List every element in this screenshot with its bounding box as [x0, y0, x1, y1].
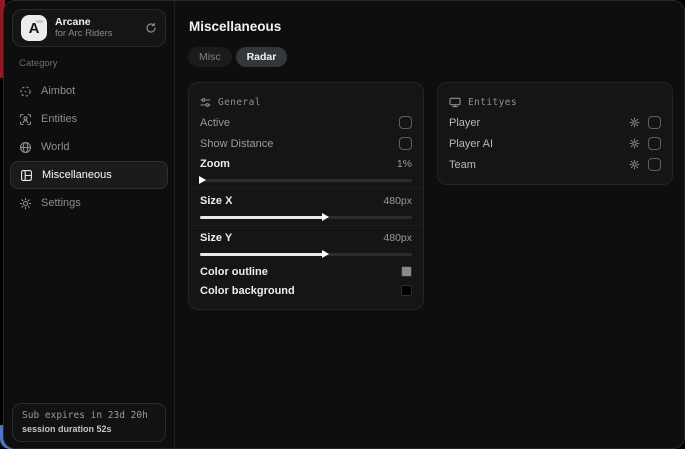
panel-general-title: General [218, 97, 261, 108]
zoom-label: Zoom [200, 158, 230, 170]
slider-fill [200, 216, 325, 219]
slider-fill [200, 253, 325, 256]
session-duration-text: session duration 52s [22, 424, 156, 434]
main-content: Miscellaneous Misc Radar General [175, 1, 685, 448]
size-x-label: Size X [200, 195, 232, 207]
tab-misc[interactable]: Misc [188, 47, 232, 67]
active-checkbox[interactable] [399, 116, 412, 129]
color-background-label: Color background [200, 285, 295, 297]
refresh-icon[interactable] [145, 22, 157, 34]
panel-entities-header: Entityes [449, 83, 661, 112]
sidebar-item-label: Settings [41, 197, 81, 209]
divider [189, 188, 423, 189]
team-label: Team [449, 159, 476, 171]
monitor-icon [449, 97, 461, 108]
player-checkbox[interactable] [648, 116, 661, 129]
sidebar-item-label: Entities [41, 113, 77, 125]
sliders-icon [200, 97, 211, 108]
row-player-ai: Player AI [449, 133, 661, 154]
row-color-background: Color background [200, 281, 412, 300]
sidebar-item-miscellaneous[interactable]: Miscellaneous [10, 161, 168, 189]
color-background-swatch[interactable] [401, 285, 412, 296]
panel-entities: Entityes Player P [437, 82, 673, 185]
tab-bar: Misc Radar [188, 47, 673, 67]
sidebar-item-label: Aimbot [41, 85, 75, 97]
category-label: Category [19, 58, 174, 69]
row-zoom: Zoom 1% [200, 154, 412, 174]
sidebar-item-settings[interactable]: Settings [4, 189, 174, 217]
sidebar: A Arcane for Arc Riders Category [4, 1, 175, 448]
slider-track [200, 179, 412, 182]
scan-person-icon [19, 113, 32, 126]
player-label: Player [449, 117, 480, 129]
zoom-slider[interactable] [200, 174, 412, 186]
size-x-value: 480px [383, 195, 412, 207]
gear-icon[interactable] [629, 138, 640, 149]
player-controls [629, 116, 661, 129]
slider-thumb[interactable] [322, 213, 329, 221]
sidebar-nav: Aimbot Entities [4, 77, 174, 217]
row-size-x: Size X 480px [200, 191, 412, 211]
sidebar-item-label: World [41, 141, 70, 153]
page-title: Miscellaneous [189, 19, 673, 34]
brand-title: Arcane [55, 16, 113, 28]
grid-icon [20, 169, 33, 182]
sidebar-item-entities[interactable]: Entities [4, 105, 174, 133]
color-outline-label: Color outline [200, 266, 268, 278]
row-show-distance: Show Distance [200, 133, 412, 154]
gear-icon[interactable] [629, 117, 640, 128]
active-label: Active [200, 117, 230, 129]
player-ai-label: Player AI [449, 138, 493, 150]
brand-text: Arcane for Arc Riders [55, 16, 113, 40]
panel-entities-title: Entityes [468, 97, 517, 108]
row-team: Team [449, 154, 661, 175]
app-logo: A [21, 15, 47, 41]
show-distance-label: Show Distance [200, 138, 273, 150]
size-y-slider[interactable] [200, 248, 412, 260]
sidebar-item-world[interactable]: World [4, 133, 174, 161]
row-color-outline: Color outline [200, 262, 412, 281]
divider [189, 225, 423, 226]
globe-icon [19, 141, 32, 154]
gear-icon [19, 197, 32, 210]
team-checkbox[interactable] [648, 158, 661, 171]
row-player: Player [449, 112, 661, 133]
gear-icon[interactable] [629, 159, 640, 170]
slider-thumb[interactable] [199, 176, 206, 184]
row-active: Active [200, 112, 412, 133]
crosshair-icon [19, 85, 32, 98]
size-y-label: Size Y [200, 232, 232, 244]
panels-row: General Active Show Distance Zoom 1% [188, 82, 673, 310]
player-ai-checkbox[interactable] [648, 137, 661, 150]
tab-radar[interactable]: Radar [236, 47, 288, 67]
brand-subtitle: for Arc Riders [55, 29, 113, 40]
size-y-value: 480px [383, 232, 412, 244]
zoom-value: 1% [397, 158, 412, 170]
sub-expiry-text: Sub expires in 23d 20h [22, 410, 156, 421]
panel-general: General Active Show Distance Zoom 1% [188, 82, 424, 310]
row-size-y: Size Y 480px [200, 228, 412, 248]
sidebar-item-aimbot[interactable]: Aimbot [4, 77, 174, 105]
player-ai-controls [629, 137, 661, 150]
slider-thumb[interactable] [322, 250, 329, 258]
show-distance-checkbox[interactable] [399, 137, 412, 150]
color-outline-swatch[interactable] [401, 266, 412, 277]
app-window: A Arcane for Arc Riders Category [3, 0, 685, 449]
brand-card: A Arcane for Arc Riders [12, 9, 166, 47]
subscription-card: Sub expires in 23d 20h session duration … [12, 403, 166, 442]
size-x-slider[interactable] [200, 211, 412, 223]
sidebar-item-label: Miscellaneous [42, 169, 112, 181]
team-controls [629, 158, 661, 171]
panel-general-header: General [200, 83, 412, 112]
